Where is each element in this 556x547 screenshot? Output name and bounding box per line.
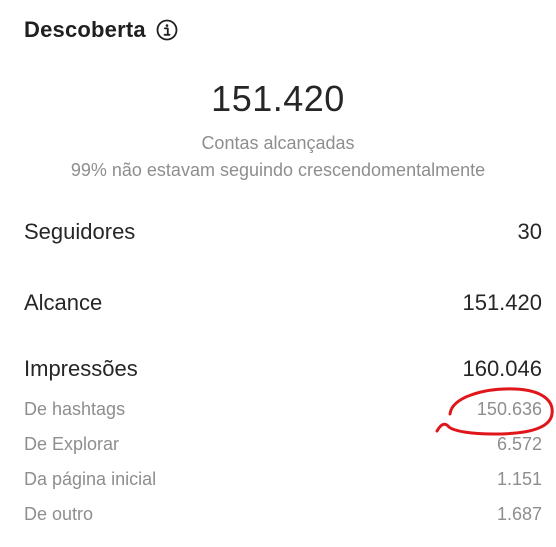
breakdown-row-other: De outro 1.687 xyxy=(24,504,542,525)
breakdown-value: 6.572 xyxy=(496,434,542,454)
accounts-reached-caption: Contas alcançadas xyxy=(201,133,355,153)
breakdown-row-home: Da página inicial 1.151 xyxy=(24,469,542,490)
breakdown-label: De outro xyxy=(24,504,94,524)
metric-label: Seguidores xyxy=(24,219,136,244)
metric-value: 160.046 xyxy=(462,356,542,381)
metric-row-followers: Seguidores 30 xyxy=(24,219,542,245)
metric-value: 151.420 xyxy=(462,290,542,315)
metric-value: 30 xyxy=(517,219,542,244)
metric-label: Impressões xyxy=(24,356,138,381)
metric-row-reach: Alcance 151.420 xyxy=(24,290,542,316)
breakdown-row-explore: De Explorar 6.572 xyxy=(24,434,542,455)
section-title: Descoberta xyxy=(24,17,146,42)
discovery-header: Descoberta xyxy=(24,14,178,46)
breakdown-row-hashtags: De hashtags 150.636 xyxy=(24,399,542,420)
breakdown-value: 150.636 xyxy=(476,399,542,419)
breakdown-label: De hashtags xyxy=(24,399,126,419)
breakdown-value: 1.687 xyxy=(496,504,542,524)
breakdown-value: 1.151 xyxy=(496,469,542,489)
accounts-reached-value: 151.420 xyxy=(211,78,345,119)
breakdown-label: De Explorar xyxy=(24,434,120,454)
info-circle-icon[interactable] xyxy=(156,19,178,41)
not-following-caption: 99% não estavam seguindo crescendomental… xyxy=(70,160,486,180)
breakdown-label: Da página inicial xyxy=(24,469,157,489)
metric-label: Alcance xyxy=(24,290,103,315)
metric-row-impressions: Impressões 160.046 xyxy=(24,356,542,382)
